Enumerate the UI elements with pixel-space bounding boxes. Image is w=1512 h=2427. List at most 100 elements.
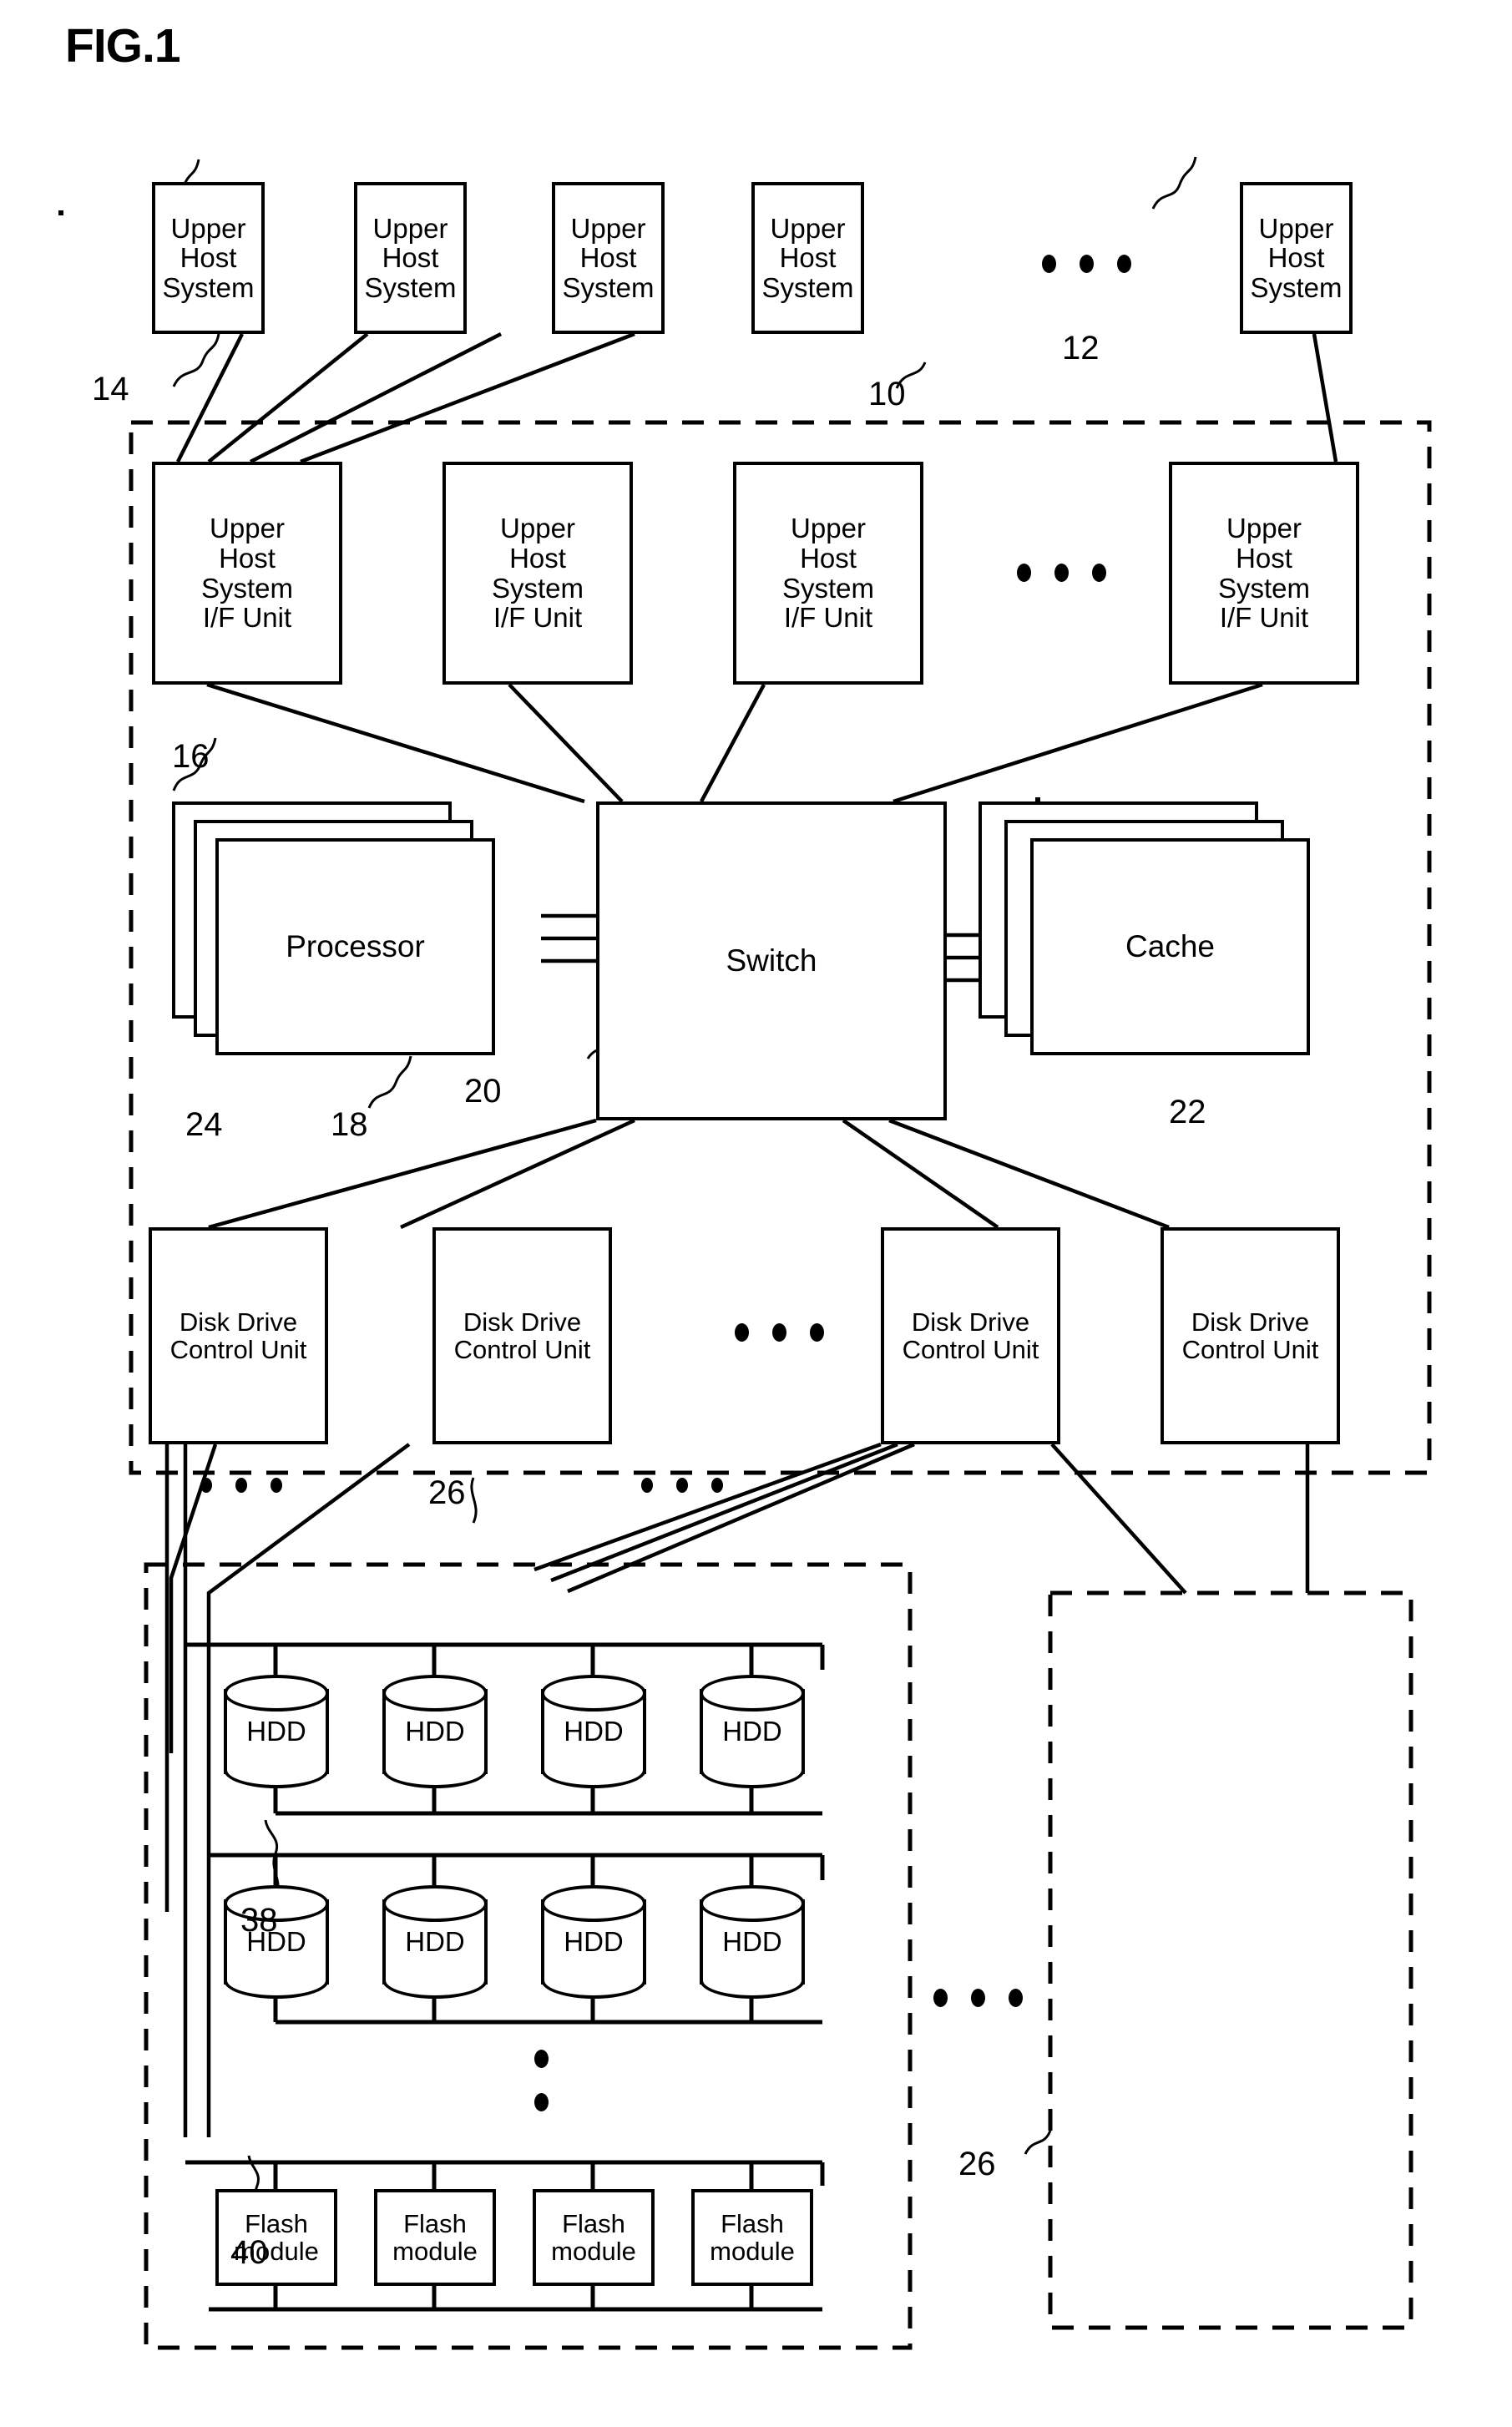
flash-module-3[interactable]: Flash module xyxy=(533,2189,655,2286)
upper-host-system-4[interactable]: Upper Host System xyxy=(751,182,864,334)
if-unit-2-label: Upper Host System I/F Unit xyxy=(491,513,584,634)
flash-module-2[interactable]: Flash module xyxy=(374,2189,496,2286)
flash-module-4-label: Flash module xyxy=(710,2208,795,2266)
upper-host-system-3-label: Upper Host System xyxy=(562,212,655,303)
host-to-ifunit-links xyxy=(175,331,635,464)
upper-host-system-if-unit-3[interactable]: Upper Host System I/F Unit xyxy=(733,462,923,685)
upper-host-system-if-unit-4[interactable]: Upper Host System I/F Unit xyxy=(1169,462,1359,685)
disk-drive-control-unit-2[interactable]: Disk Drive Control Unit xyxy=(432,1227,612,1444)
ref-22: 22 xyxy=(1169,1094,1206,1130)
disk-enclosure-boundary-right xyxy=(1048,1590,1413,2330)
upper-host-system-if-unit-1[interactable]: Upper Host System I/F Unit xyxy=(152,462,342,685)
ellipsis-dot xyxy=(1009,1989,1023,2007)
hdd-r2-c3[interactable]: HDD xyxy=(541,1885,646,1999)
upper-host-system-3[interactable]: Upper Host System xyxy=(552,182,665,334)
ref-16: 16 xyxy=(172,738,210,775)
ellipsis-dot xyxy=(200,1478,212,1493)
ellipsis-dot xyxy=(1092,564,1106,582)
disk-drive-control-unit-4[interactable]: Disk Drive Control Unit xyxy=(1161,1227,1340,1444)
ref-10: 10 xyxy=(868,376,906,412)
ellipsis-dot xyxy=(1042,255,1056,273)
disk-drive-control-unit-3[interactable]: Disk Drive Control Unit xyxy=(881,1227,1060,1444)
dcu-1-label: Disk Drive Control Unit xyxy=(169,1307,307,1364)
dcu-ellipsis xyxy=(735,1323,824,1342)
hdd-r1-c2[interactable]: HDD xyxy=(382,1675,488,1788)
ref-38: 38 xyxy=(240,1902,278,1939)
ellipsis-dot xyxy=(933,1989,948,2007)
hdd-r2-c2-label: HDD xyxy=(405,1926,465,1957)
dcu-link-ellipsis-left xyxy=(200,1478,282,1493)
switch-box[interactable]: Switch xyxy=(596,801,947,1120)
host-systems-ellipsis xyxy=(1042,255,1131,273)
ref-14: 14 xyxy=(92,371,129,407)
upper-host-system-2[interactable]: Upper Host System xyxy=(354,182,467,334)
processor-label: Processor xyxy=(286,929,425,964)
hdd-r1-c3-label: HDD xyxy=(564,1716,624,1747)
hdd-r1-c1-label: HDD xyxy=(246,1716,306,1747)
upper-host-system-4-label: Upper Host System xyxy=(761,212,854,303)
dcu-link-ellipsis-right xyxy=(641,1478,723,1493)
diagram-lines-layer xyxy=(129,156,1432,2350)
dcu-to-enclosure-links xyxy=(164,1442,915,2137)
ref-18: 18 xyxy=(331,1106,368,1143)
ref-26-right: 26 xyxy=(958,2146,996,2182)
ellipsis-dot xyxy=(735,1323,749,1342)
page-artifact-dot xyxy=(58,210,63,215)
ref-40: 40 xyxy=(230,2234,268,2271)
hdd-r2-c4[interactable]: HDD xyxy=(700,1885,805,1999)
upper-host-system-5[interactable]: Upper Host System xyxy=(1240,182,1353,334)
ref-20: 20 xyxy=(464,1073,502,1110)
ellipsis-dot xyxy=(271,1478,282,1493)
hdd-r1-c1[interactable]: HDD xyxy=(224,1675,329,1788)
if-unit-4-label: Upper Host System I/F Unit xyxy=(1217,513,1311,634)
ellipsis-dot xyxy=(971,1989,985,2007)
if-unit-3-label: Upper Host System I/F Unit xyxy=(781,513,875,634)
if-units-ellipsis xyxy=(1017,564,1106,582)
ellipsis-dot xyxy=(676,1478,688,1493)
ellipsis-dot xyxy=(1117,255,1131,273)
upper-host-system-2-label: Upper Host System xyxy=(364,212,457,303)
upper-host-system-1[interactable]: Upper Host System xyxy=(152,182,265,334)
flash-module-2-label: Flash module xyxy=(392,2208,478,2266)
hdd-r2-c4-label: HDD xyxy=(722,1926,782,1957)
processor-box[interactable]: Processor xyxy=(215,838,495,1055)
cache-label: Cache xyxy=(1125,929,1215,964)
patent-figure-page: FIG.1 Upper Host System Upper Host Syste… xyxy=(0,0,1512,2427)
ellipsis-dot xyxy=(534,2093,549,2111)
ellipsis-dot xyxy=(772,1323,786,1342)
switch-processor-bus xyxy=(541,913,596,963)
ref-12: 12 xyxy=(1062,330,1100,367)
ref-24: 24 xyxy=(185,1106,223,1143)
upper-host-system-5-label: Upper Host System xyxy=(1250,212,1343,303)
ellipsis-dot xyxy=(1054,564,1069,582)
hdd-r2-c3-label: HDD xyxy=(564,1926,624,1957)
ellipsis-dot xyxy=(1017,564,1031,582)
hdd-r1-c3[interactable]: HDD xyxy=(541,1675,646,1788)
ellipsis-dot xyxy=(235,1478,247,1493)
upper-host-system-if-unit-2[interactable]: Upper Host System I/F Unit xyxy=(442,462,633,685)
dcu3-to-right-enclosure xyxy=(1050,1443,1187,1595)
hdd-r2-c2[interactable]: HDD xyxy=(382,1885,488,1999)
dcu-3-label: Disk Drive Control Unit xyxy=(902,1307,1039,1364)
ref-26-left: 26 xyxy=(428,1474,466,1511)
dcu-4-label: Disk Drive Control Unit xyxy=(1181,1307,1319,1364)
ellipsis-dot xyxy=(810,1323,824,1342)
ellipsis-dot xyxy=(534,2050,549,2068)
flash-module-4[interactable]: Flash module xyxy=(691,2189,813,2286)
upper-host-system-1-label: Upper Host System xyxy=(162,212,255,303)
ellipsis-dot xyxy=(641,1478,653,1493)
switch-label: Switch xyxy=(726,943,817,978)
ellipsis-dot xyxy=(711,1478,723,1493)
cache-box[interactable]: Cache xyxy=(1030,838,1310,1055)
hdd-r1-c4-label: HDD xyxy=(722,1716,782,1747)
ellipsis-dot xyxy=(1080,255,1094,273)
hdd-r1-c2-label: HDD xyxy=(405,1716,465,1747)
host-to-ifunit-link-last xyxy=(1312,333,1338,463)
flash-module-3-label: Flash module xyxy=(551,2208,636,2266)
hdd-r1-c4[interactable]: HDD xyxy=(700,1675,805,1788)
ifunit-to-switch-links xyxy=(206,682,1263,804)
enclosure-vertical-ellipsis xyxy=(534,2050,549,2111)
dcu-2-label: Disk Drive Control Unit xyxy=(453,1307,591,1364)
disk-drive-control-unit-1[interactable]: Disk Drive Control Unit xyxy=(149,1227,328,1444)
enclosure-ellipsis-right xyxy=(933,1989,1023,2007)
